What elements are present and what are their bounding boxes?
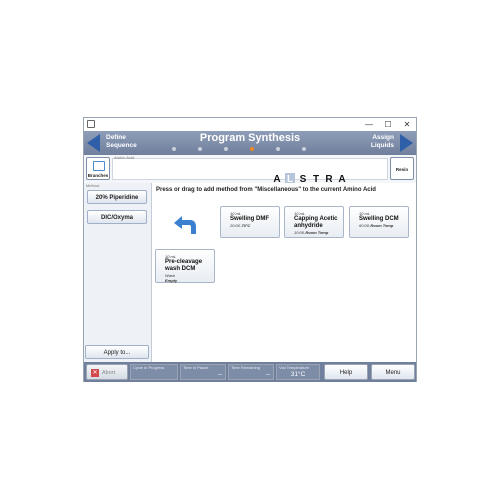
- method-card[interactable]: 10 mL Pre-cleavage wash DCM Wash Empty: [155, 249, 215, 283]
- method-card[interactable]: 10 mL Capping Acetic anhydride 10:00-Roo…: [284, 206, 344, 238]
- undo-arrow-icon[interactable]: [172, 215, 198, 235]
- vial-temperature-box: Vial Temperature 31°C: [276, 364, 320, 380]
- time-in-pause-label: Time in Pause: [183, 365, 209, 370]
- abort-button[interactable]: ✕ Abort: [86, 364, 128, 380]
- instruction-text: Press or drag to add method from "Miscel…: [156, 187, 376, 193]
- app-window: — ☐ ✕ Define Sequence Program Synthesis …: [83, 117, 417, 382]
- step-progress-dots: [172, 146, 328, 152]
- next-step-line1: Assign: [372, 134, 394, 141]
- method-piperidine-button[interactable]: 20% Piperidine: [87, 190, 147, 204]
- time-remaining-box: Time Remaining --: [228, 364, 274, 380]
- amino-acid-field-label: Amino Acid: [114, 155, 135, 160]
- vial-temperature-value: 31°C: [290, 371, 306, 378]
- next-step-line2: Liquids: [370, 142, 394, 149]
- step-dot: [198, 147, 202, 151]
- card-condition: 60:00-Room Temp: [359, 223, 394, 228]
- cycle-in-progress-box: Cycle in Progress: [130, 364, 178, 380]
- branches-icon: [93, 161, 105, 171]
- card-condition: 20:00-70°C: [230, 223, 251, 228]
- step-dot: [224, 147, 228, 151]
- vial-temperature-label: Vial Temperature: [279, 365, 310, 370]
- card-name: Capping Acetic anhydride: [294, 216, 338, 229]
- time-in-pause-box: Time in Pause --: [180, 364, 226, 380]
- method-workspace: Press or drag to add method from "Miscel…: [152, 183, 416, 362]
- card-name: Pre-cleavage wash DCM: [165, 259, 203, 272]
- app-icon: [87, 120, 95, 128]
- card-name: Swelling DCM: [359, 216, 399, 222]
- close-button[interactable]: ✕: [398, 118, 416, 131]
- time-remaining-label: Time Remaining: [231, 365, 260, 370]
- card-name: Swelling DMF: [230, 216, 269, 222]
- method-card[interactable]: 10 mL Swelling DMF 20:00-70°C: [220, 206, 280, 238]
- minimize-button[interactable]: —: [360, 118, 378, 131]
- method-panel: Method 20% Piperidine DIC/Oxyma Apply to…: [84, 183, 152, 362]
- next-step-link[interactable]: Assign Liquids: [371, 134, 394, 150]
- title-bar: — ☐ ✕: [84, 118, 416, 131]
- page-title: Program Synthesis: [199, 132, 301, 144]
- status-bar: ✕ Abort Cycle in Progress Time in Pause -…: [84, 362, 416, 382]
- step-dot: [172, 147, 176, 151]
- card-condition: 10:00-Room Temp: [294, 230, 329, 235]
- abort-icon: ✕: [91, 368, 99, 377]
- resin-button[interactable]: Resin: [390, 157, 414, 180]
- method-card[interactable]: 10 mL Swelling DCM 60:00-Room Temp: [349, 206, 409, 238]
- step-dot: [250, 147, 254, 151]
- step-dot: [302, 147, 306, 151]
- time-in-pause-value: --: [218, 372, 222, 378]
- cycle-in-progress-label: Cycle in Progress: [133, 365, 165, 370]
- next-step-arrow-icon[interactable]: [400, 134, 413, 152]
- apply-to-button[interactable]: Apply to...: [85, 345, 149, 359]
- branches-label: Branches: [87, 173, 109, 178]
- amino-acid-sequence-field: ALSTRA: [112, 158, 388, 186]
- maximize-button[interactable]: ☐: [379, 118, 397, 131]
- abort-label: Abort: [102, 370, 116, 376]
- menu-button[interactable]: Menu: [371, 364, 415, 380]
- help-button[interactable]: Help: [324, 364, 368, 380]
- branches-button[interactable]: Branches: [86, 157, 110, 180]
- wizard-header: Define Sequence Program Synthesis Assign…: [84, 131, 416, 155]
- amino-acid-bar: Branches ALSTRA Amino Acid Resin: [84, 155, 416, 186]
- time-remaining-value: --: [266, 372, 270, 378]
- step-dot: [276, 147, 280, 151]
- card-empty: Empty: [165, 278, 178, 283]
- method-panel-label: Method: [86, 183, 100, 188]
- method-dic-oxyma-button[interactable]: DIC/Oxyma: [87, 210, 147, 224]
